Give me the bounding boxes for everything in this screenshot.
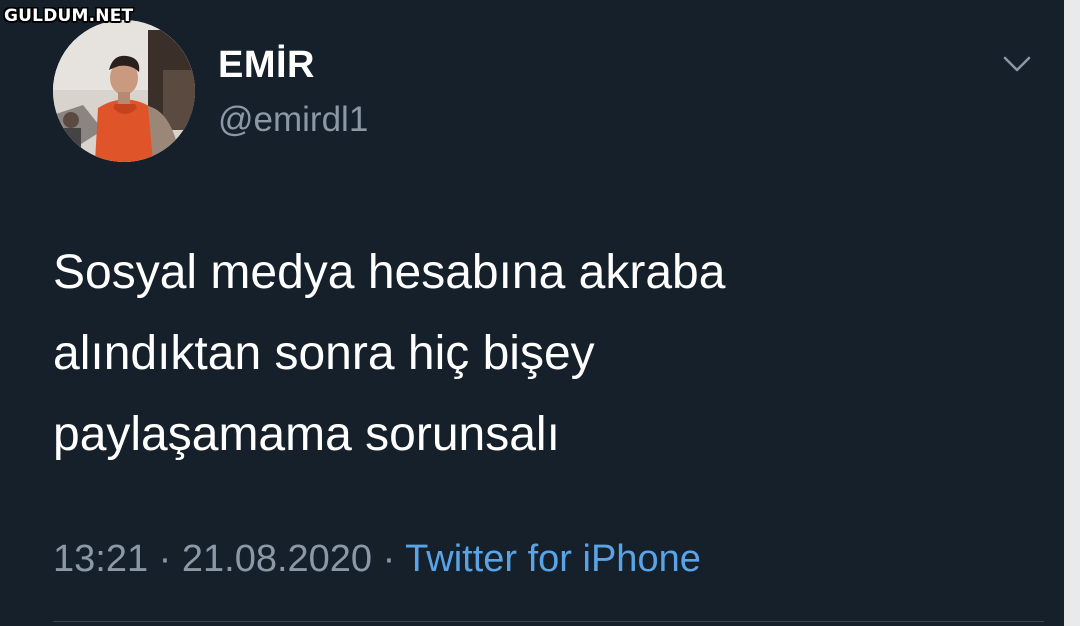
avatar[interactable] [53, 20, 195, 162]
site-watermark: GULDUM.NET [4, 6, 134, 26]
tweet-text-line: paylaşamama sorunsalı [53, 408, 560, 461]
avatar-photo [53, 20, 195, 162]
tweet-text: Sosyal medya hesabına akraba alındıktan … [53, 232, 953, 475]
tweet-source-link[interactable]: Twitter for iPhone [405, 538, 701, 580]
separator-dot: · [382, 538, 396, 580]
tweet-date[interactable]: 21.08.2020 [182, 538, 372, 580]
tweet-time[interactable]: 13:21 [53, 538, 148, 580]
tweet-card: EMİR @emirdl1 Sosyal medya hesabına akra… [0, 0, 1064, 626]
tweet-text-line: alındıktan sonra hiç bişey [53, 327, 595, 380]
display-name[interactable]: EMİR [218, 44, 315, 87]
divider [53, 621, 1044, 622]
scrollbar[interactable] [1064, 0, 1080, 626]
tweet-text-line: Sosyal medya hesabına akraba [53, 246, 726, 299]
tweet-metadata: 13:21 · 21.08.2020 · Twitter for iPhone [53, 538, 701, 581]
chevron-down-icon[interactable] [1002, 52, 1032, 78]
user-handle[interactable]: @emirdl1 [218, 100, 368, 140]
separator-dot: · [158, 538, 172, 580]
